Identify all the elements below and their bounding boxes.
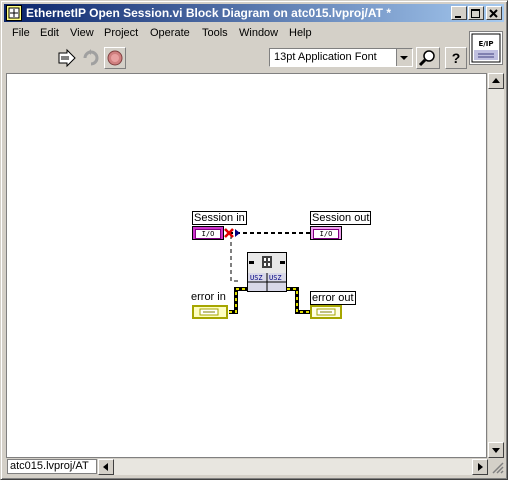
context-help-button[interactable]: ? <box>445 47 467 69</box>
run-continuously-button[interactable] <box>80 47 102 69</box>
menu-file[interactable]: File <box>12 27 30 39</box>
session-out-terminal-text: I/O <box>313 229 339 239</box>
help-icon: ? <box>452 50 461 66</box>
close-button[interactable] <box>486 6 502 20</box>
font-select-value: 13pt Application Font <box>274 51 377 63</box>
error-out-terminal[interactable] <box>310 305 342 319</box>
horizontal-scrollbar[interactable] <box>98 459 488 475</box>
vertical-scrollbar[interactable] <box>488 73 504 458</box>
menu-view[interactable]: View <box>70 27 94 39</box>
font-dropdown-button[interactable] <box>396 49 412 66</box>
stop-icon <box>107 50 123 66</box>
menu-project[interactable]: Project <box>104 27 138 39</box>
error-cluster-icon <box>199 308 219 316</box>
vi-icon[interactable]: E/IP <box>469 31 503 65</box>
menu-edit[interactable]: Edit <box>40 27 59 39</box>
minimize-icon <box>455 16 461 18</box>
block-diagram-icon <box>6 5 22 21</box>
menu-window[interactable]: Window <box>239 27 278 39</box>
session-branch-wire[interactable] <box>230 235 241 282</box>
session-in-terminal-text: I/O <box>195 229 221 239</box>
arrow-right-icon <box>478 463 483 471</box>
menu-bar: File Edit View Project Operate Tools Win… <box>4 25 464 43</box>
title-bar[interactable]: EthernetIP Open Session.vi Block Diagram… <box>4 4 504 22</box>
session-out-terminal[interactable]: I/O <box>310 226 342 240</box>
error-in-terminal[interactable] <box>192 305 228 319</box>
svg-text:E/IP: E/IP <box>478 40 493 48</box>
labview-window: EthernetIP Open Session.vi Block Diagram… <box>0 0 508 480</box>
close-wire-icon[interactable] <box>223 227 241 240</box>
error-in-label[interactable]: error in <box>190 291 227 303</box>
minimize-button[interactable] <box>451 6 467 20</box>
scroll-left-button[interactable] <box>98 459 114 475</box>
font-select[interactable]: 13pt Application Font <box>269 48 413 67</box>
error-cluster-icon <box>316 308 336 316</box>
maximize-button[interactable] <box>468 6 484 20</box>
arrow-left-icon <box>103 463 108 471</box>
run-arrow-button[interactable] <box>56 47 78 69</box>
subvi-node[interactable]: USZ USZ <box>247 252 287 292</box>
error-out-label[interactable]: error out <box>310 291 356 305</box>
run-continuously-icon <box>83 49 99 66</box>
maximize-icon <box>471 9 480 18</box>
window-title: EthernetIP Open Session.vi Block Diagram… <box>26 6 391 20</box>
search-icon <box>418 50 435 67</box>
session-in-terminal[interactable]: I/O <box>192 226 224 240</box>
scroll-right-button[interactable] <box>472 459 488 475</box>
close-icon <box>489 9 498 18</box>
abort-button[interactable] <box>104 47 126 69</box>
search-button[interactable] <box>416 47 440 69</box>
menu-help[interactable]: Help <box>289 27 312 39</box>
subvi-left-terminal-label: USZ <box>250 274 263 282</box>
menu-operate[interactable]: Operate <box>150 27 190 39</box>
arrow-down-icon <box>492 448 500 453</box>
ethernetip-vi-icon: E/IP <box>471 33 501 63</box>
run-arrow-icon <box>58 48 76 68</box>
svg-text:?: ? <box>452 50 461 66</box>
subvi-icon <box>248 253 286 291</box>
block-diagram-canvas[interactable]: Session in I/O Session out I/O USZ USZ e… <box>6 73 487 458</box>
menu-tools[interactable]: Tools <box>202 27 228 39</box>
scroll-up-button[interactable] <box>488 73 504 89</box>
resize-grip-icon[interactable] <box>490 460 504 474</box>
session-in-label[interactable]: Session in <box>192 211 247 225</box>
chevron-down-icon <box>400 56 408 60</box>
arrow-up-icon <box>492 78 500 83</box>
status-bar: atc015.lvproj/AT <box>4 458 504 476</box>
scroll-down-button[interactable] <box>488 442 504 458</box>
session-out-label[interactable]: Session out <box>310 211 372 225</box>
subvi-right-terminal-label: USZ <box>269 274 282 282</box>
project-path: atc015.lvproj/AT <box>7 459 97 474</box>
